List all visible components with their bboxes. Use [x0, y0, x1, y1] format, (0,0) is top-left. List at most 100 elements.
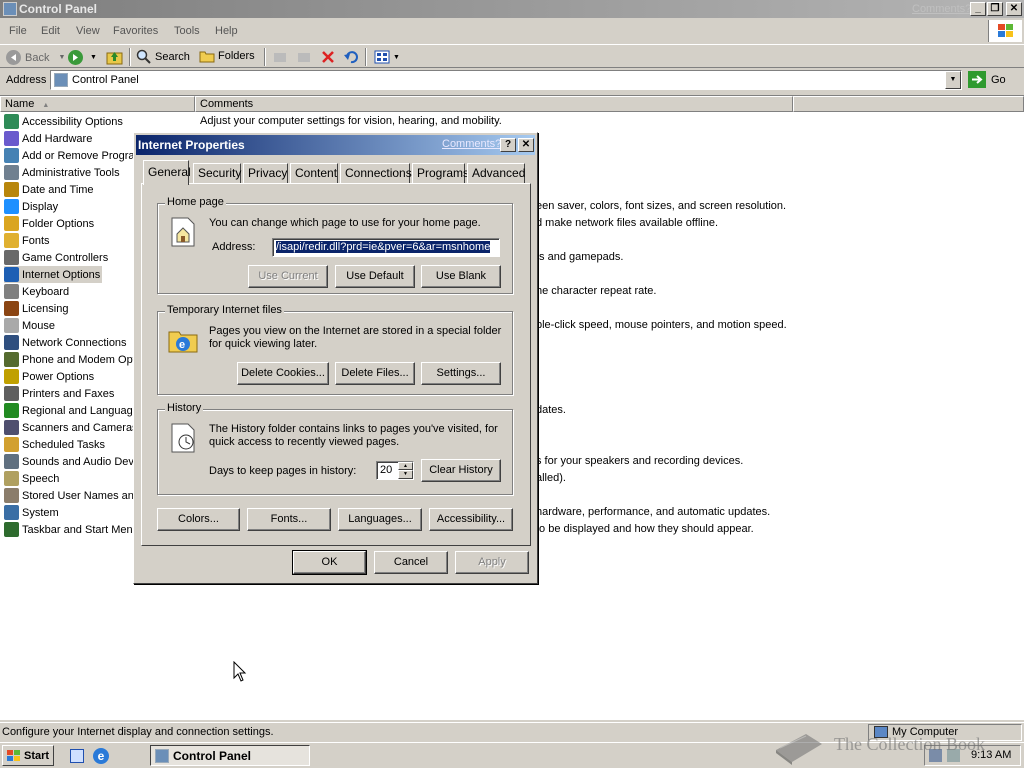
- list-item[interactable]: Accessibility Options: [4, 113, 125, 130]
- spinner-up-button[interactable]: ▲: [398, 462, 413, 470]
- list-item-name: Speech: [22, 472, 60, 485]
- applet-icon: [4, 352, 19, 367]
- minimize-button[interactable]: _: [970, 2, 986, 16]
- forward-button[interactable]: ▼: [67, 49, 97, 66]
- list-item-name: Keyboard: [22, 285, 70, 298]
- use-default-button[interactable]: Use Default: [335, 265, 415, 288]
- menu-tools[interactable]: Tools: [174, 25, 200, 37]
- list-item[interactable]: Date and Time: [4, 181, 96, 198]
- clear-history-button[interactable]: Clear History: [421, 459, 501, 482]
- list-item[interactable]: Internet Options: [4, 266, 103, 283]
- tab-advanced[interactable]: Advanced: [467, 163, 525, 184]
- tab-connections[interactable]: Connections: [340, 163, 412, 184]
- languages-button[interactable]: Languages...: [338, 508, 422, 531]
- list-item[interactable]: Phone and Modem Opt: [4, 351, 138, 368]
- tab-security[interactable]: Security: [193, 163, 241, 184]
- svg-text:e: e: [179, 339, 185, 351]
- ok-button[interactable]: OK: [292, 550, 367, 575]
- address-input[interactable]: Control Panel ▼: [50, 70, 962, 90]
- list-item[interactable]: Scheduled Tasks: [4, 436, 107, 453]
- accessibility-button[interactable]: Accessibility...: [429, 508, 513, 531]
- go-button[interactable]: Go: [968, 71, 1006, 88]
- list-item[interactable]: Printers and Faxes: [4, 385, 116, 402]
- delete-files-button[interactable]: Delete Files...: [335, 362, 415, 385]
- list-item[interactable]: Scanners and Cameras: [4, 419, 140, 436]
- dialog-comments-link[interactable]: Comments?: [442, 138, 501, 150]
- list-item[interactable]: Network Connections: [4, 334, 129, 351]
- list-item[interactable]: Display: [4, 198, 60, 215]
- cancel-button[interactable]: Cancel: [374, 551, 448, 574]
- applet-icon: [4, 165, 19, 180]
- folders-button[interactable]: Folders: [199, 49, 255, 63]
- list-item[interactable]: Power Options: [4, 368, 96, 385]
- list-item[interactable]: Mouse: [4, 317, 57, 334]
- history-days-spinner[interactable]: ▲ ▼: [398, 462, 413, 479]
- list-item[interactable]: Add Hardware: [4, 130, 94, 147]
- list-item[interactable]: Speech: [4, 470, 61, 487]
- list-item-name: Administrative Tools: [22, 166, 120, 179]
- list-item-name: Game Controllers: [22, 251, 109, 264]
- tab-privacy[interactable]: Privacy: [243, 163, 288, 184]
- column-header-blank: [793, 96, 1024, 112]
- dialog-close-button[interactable]: ✕: [518, 138, 534, 152]
- apply-button[interactable]: Apply: [455, 551, 529, 574]
- list-item[interactable]: Stored User Names and: [4, 487, 142, 504]
- help-button[interactable]: ?: [500, 138, 516, 152]
- list-item-comment: ble-click speed, mouse pointers, and mot…: [536, 319, 787, 331]
- menu-help[interactable]: Help: [215, 25, 238, 37]
- list-item[interactable]: Fonts: [4, 232, 52, 249]
- list-item-comment: s for your speakers and recording device…: [536, 455, 744, 467]
- list-item[interactable]: Licensing: [4, 300, 70, 317]
- menu-file[interactable]: File: [9, 25, 27, 37]
- list-item[interactable]: Regional and Language: [4, 402, 141, 419]
- applet-icon: [4, 471, 19, 486]
- list-item[interactable]: System: [4, 504, 61, 521]
- list-item[interactable]: Sounds and Audio Dev: [4, 453, 136, 470]
- up-folder-button[interactable]: [106, 49, 123, 66]
- back-button[interactable]: Back ▼: [5, 49, 65, 66]
- list-item[interactable]: Folder Options: [4, 215, 96, 232]
- chevron-down-icon: ▼: [90, 54, 97, 61]
- tab-content[interactable]: Content: [290, 163, 338, 184]
- column-header-name[interactable]: Name ▲: [0, 96, 195, 112]
- start-button[interactable]: Start: [2, 745, 54, 766]
- temporary-files-text-2: for quick viewing later.: [209, 338, 318, 350]
- history-group: History The History folder contains link…: [157, 402, 513, 495]
- tab-programs[interactable]: Programs: [412, 163, 469, 184]
- fonts-button[interactable]: Fonts...: [247, 508, 331, 531]
- views-button[interactable]: ▼: [374, 49, 400, 65]
- copy-to-button[interactable]: [296, 49, 312, 65]
- undo-button[interactable]: [343, 49, 359, 65]
- list-item[interactable]: Game Controllers: [4, 249, 110, 266]
- list-item-name: Licensing: [22, 302, 69, 315]
- show-desktop-icon[interactable]: [70, 749, 84, 763]
- restore-button[interactable]: ❐: [987, 2, 1003, 16]
- address-dropdown-button[interactable]: ▼: [945, 71, 961, 89]
- list-item-name: Scanners and Cameras: [22, 421, 138, 434]
- use-blank-button[interactable]: Use Blank: [421, 265, 501, 288]
- list-item[interactable]: Taskbar and Start Men: [4, 521, 135, 538]
- use-current-button[interactable]: Use Current: [248, 265, 328, 288]
- tab-general[interactable]: General: [143, 160, 191, 185]
- close-button[interactable]: ✕: [1006, 2, 1022, 16]
- search-button[interactable]: Search: [136, 49, 190, 65]
- move-to-icon: [274, 53, 286, 62]
- menu-view[interactable]: View: [76, 25, 100, 37]
- column-header-comments[interactable]: Comments: [195, 96, 793, 112]
- list-item[interactable]: Administrative Tools: [4, 164, 122, 181]
- sort-arrow-icon: ▲: [42, 102, 50, 109]
- list-item[interactable]: Keyboard: [4, 283, 71, 300]
- spinner-down-button[interactable]: ▼: [398, 470, 413, 479]
- delete-button[interactable]: [320, 49, 336, 65]
- colors-button[interactable]: Colors...: [157, 508, 240, 531]
- comments-link[interactable]: Comments?: [912, 3, 971, 15]
- internet-explorer-icon[interactable]: e: [93, 748, 109, 764]
- menu-favorites[interactable]: Favorites: [113, 25, 158, 37]
- move-to-button[interactable]: [272, 49, 288, 65]
- list-item[interactable]: Add or Remove Progra: [4, 147, 137, 164]
- temp-settings-button[interactable]: Settings...: [421, 362, 501, 385]
- taskbar-control-panel[interactable]: Control Panel: [150, 745, 310, 766]
- home-page-address-input[interactable]: /isapi/redir.dll?prd=ie&pver=6&ar=msnhom…: [272, 238, 500, 257]
- menu-edit[interactable]: Edit: [41, 25, 60, 37]
- delete-cookies-button[interactable]: Delete Cookies...: [237, 362, 329, 385]
